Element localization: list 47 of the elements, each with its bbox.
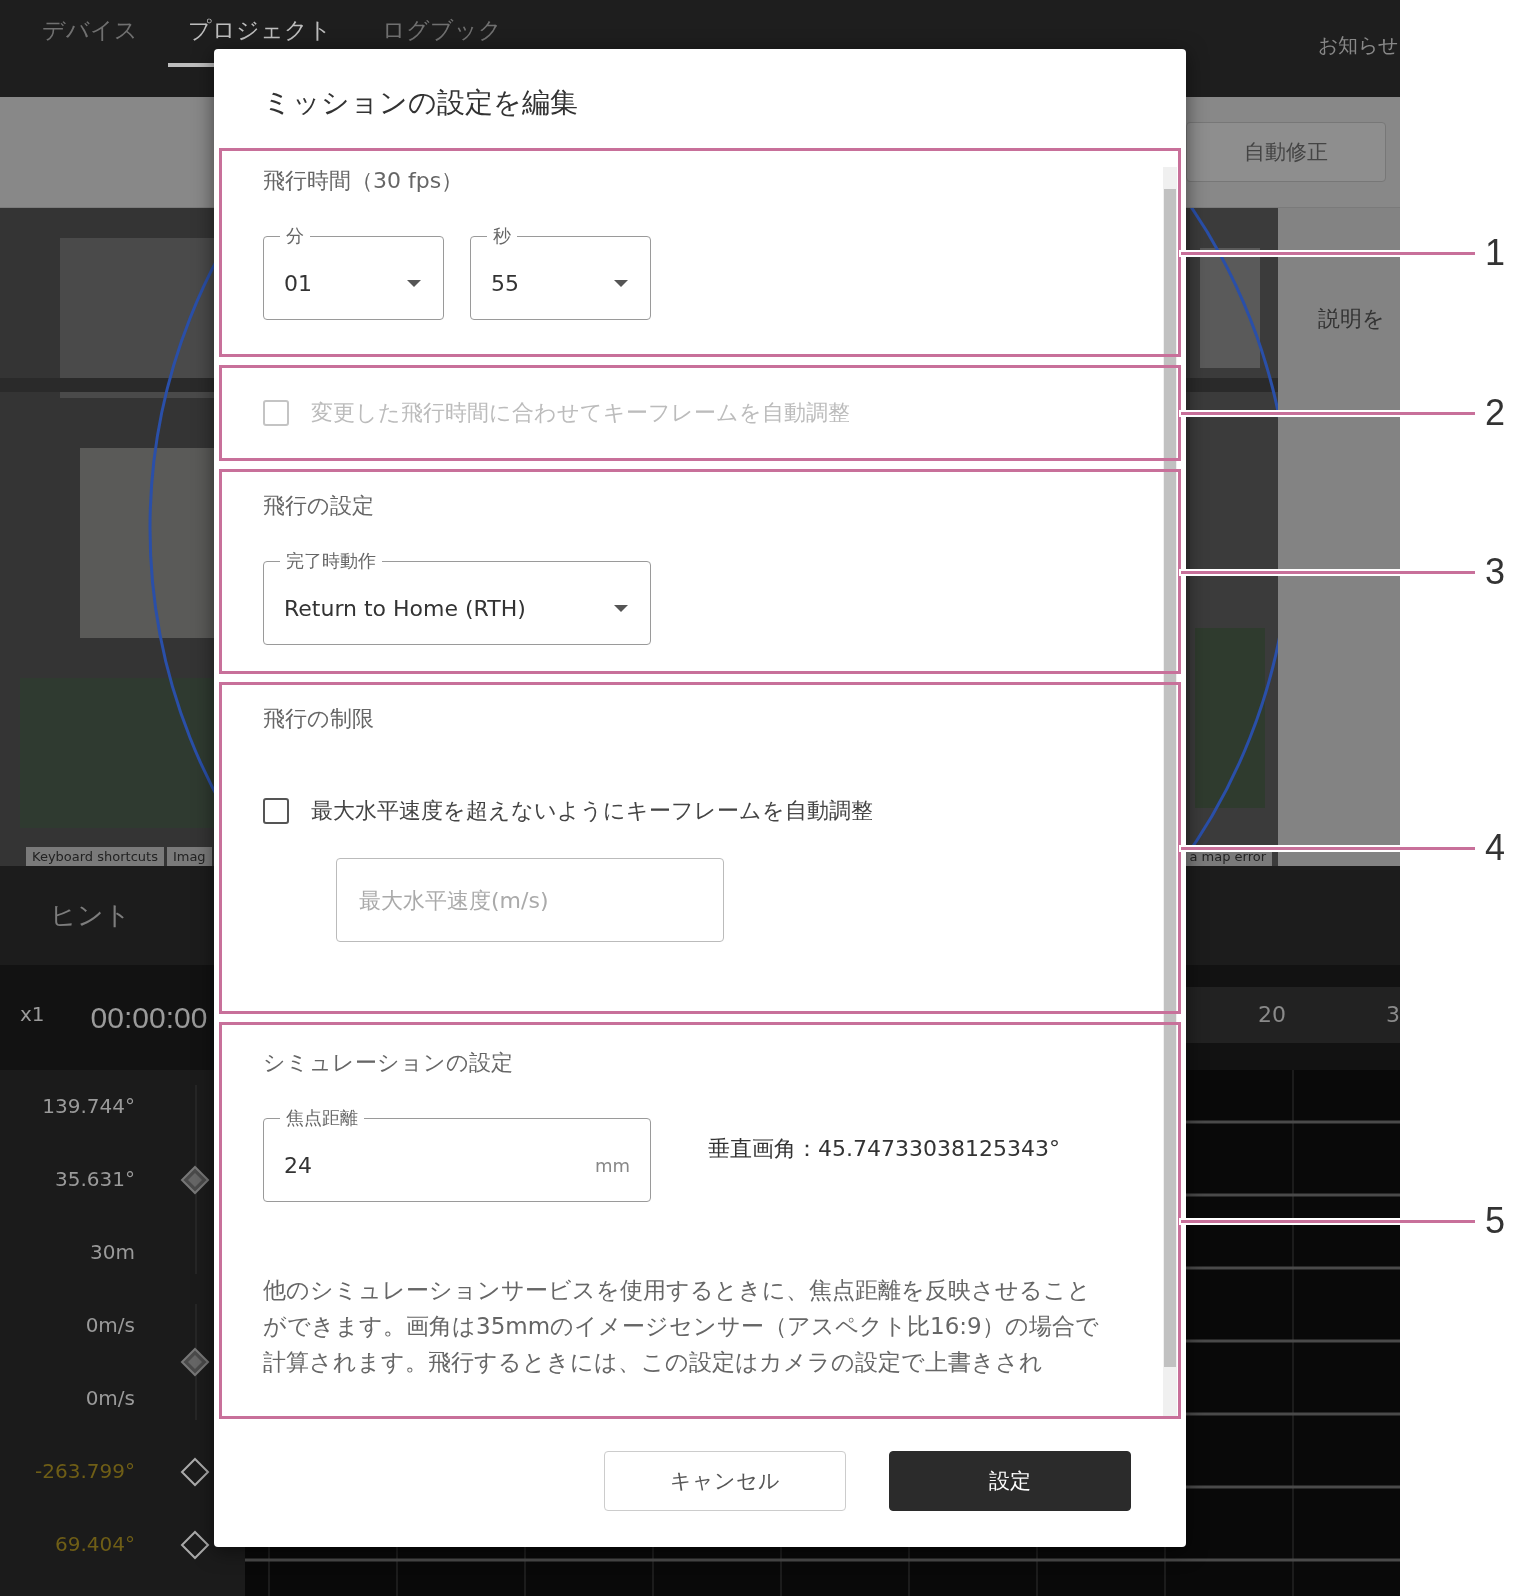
input-field[interactable]: 焦点距離 24 mm	[263, 1106, 651, 1202]
ruler-label: 20	[1258, 1001, 1286, 1029]
confirm-button[interactable]: 設定	[889, 1451, 1131, 1511]
description-field[interactable]: 説明を	[1318, 304, 1400, 334]
scrollbar[interactable]	[1163, 167, 1177, 1417]
caret-icon	[407, 279, 421, 287]
parameter-value: 139.744°	[42, 1093, 135, 1120]
map-attribution-link[interactable]: Keyboard shortcuts	[26, 847, 164, 866]
dropdown[interactable]: 完了時動作 Return to Home (RTH)	[263, 549, 651, 645]
caret-icon	[614, 604, 628, 612]
callout-number: 3	[1485, 550, 1506, 593]
section-heading: 飛行の設定	[263, 492, 375, 520]
section-heading: 飛行の制限	[263, 705, 375, 733]
checkbox[interactable]	[263, 798, 289, 824]
description-text: 他のシミュレーションサービスを使用するときに、焦点距離を反映させることができます。画角は35mmのイメージセンサー（アスペクト比16:9）の場合で計算されます。飛行するときには、この設定はカメラの設定で上書きされ	[263, 1276, 1100, 1377]
callout-number: 1	[1485, 231, 1506, 274]
parameter-value: 30m	[90, 1239, 135, 1266]
section-heading: 飛行時間（30 fps）	[263, 167, 465, 195]
parameter-value: 69.404°	[55, 1531, 135, 1558]
callout-number: 5	[1485, 1199, 1506, 1242]
vertical-angle-text: 垂直画角：45.74733038125343°	[708, 1135, 1060, 1163]
hint-tab[interactable]: ヒント	[50, 898, 131, 933]
parameter-value: -263.799°	[35, 1458, 135, 1485]
dropdown[interactable]: 分 01	[263, 224, 444, 320]
section-heading: シミュレーションの設定	[263, 1049, 514, 1077]
nav-tab[interactable]: デバイス	[22, 0, 158, 67]
keyframe-diamond-icon[interactable]	[180, 1529, 210, 1560]
notifications-link[interactable]: お知らせ	[1318, 0, 1398, 59]
checkbox-label[interactable]: 最大水平速度を超えないようにキーフレームを自動調整	[311, 796, 873, 826]
callout-number: 2	[1485, 392, 1506, 434]
playback-speed[interactable]: x1	[20, 1001, 45, 1026]
caret-icon	[614, 279, 628, 287]
input-field[interactable]: 最大水平速度(m/s)	[336, 858, 724, 942]
auto-fix-button[interactable]: 自動修正	[1186, 122, 1386, 182]
map-attribution-link[interactable]: Imag	[166, 847, 212, 866]
ruler-label: 3	[1386, 1001, 1400, 1029]
time-display: 00:00:00	[90, 1000, 208, 1035]
cancel-button[interactable]: キャンセル	[604, 1451, 846, 1511]
keyframe-diamond-icon[interactable]	[180, 1164, 210, 1195]
keyframe-diamond-icon[interactable]	[180, 1456, 210, 1487]
dialog-title: ミッションの設定を編集	[262, 85, 579, 121]
parameter-value: 35.631°	[55, 1166, 135, 1193]
callout-number: 4	[1485, 827, 1506, 869]
parameter-value: 0m/s	[85, 1385, 135, 1412]
keyframe-diamond-icon[interactable]	[180, 1347, 210, 1377]
parameter-value: 0m/s	[85, 1312, 135, 1339]
dropdown[interactable]: 秒 55	[470, 224, 651, 320]
